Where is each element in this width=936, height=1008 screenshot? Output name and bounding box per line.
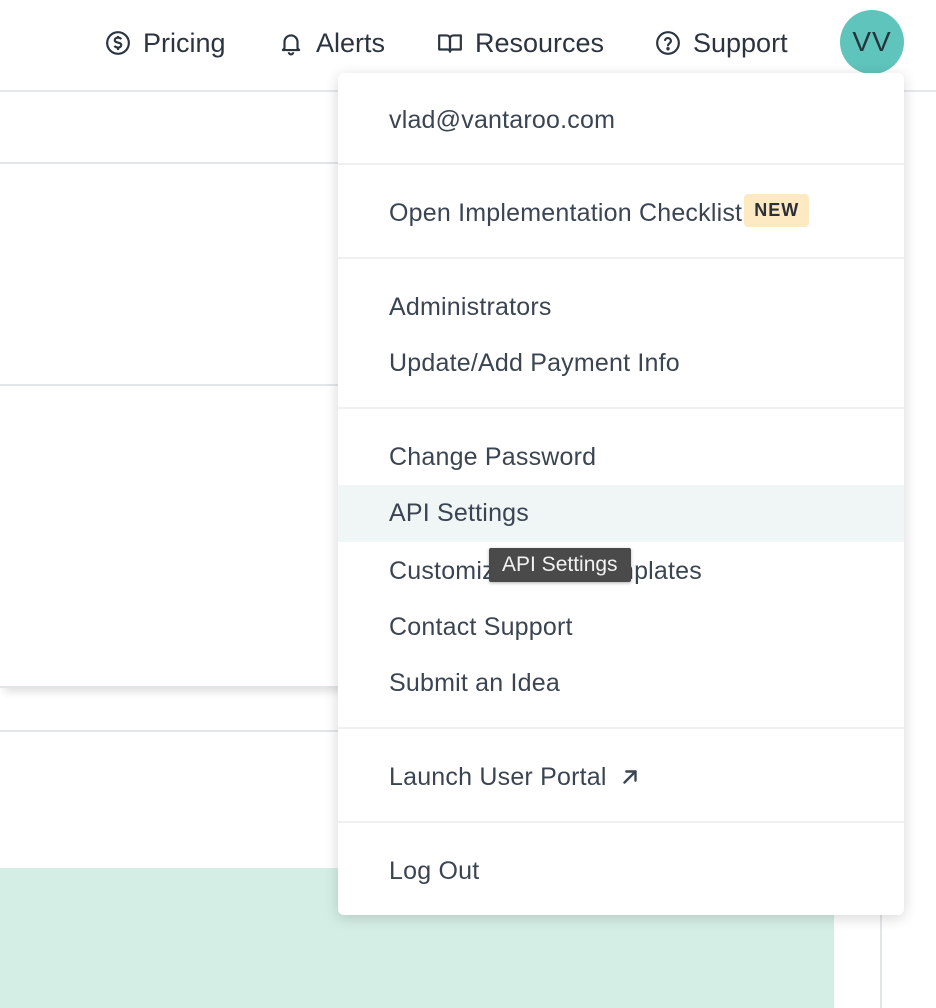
menu-item-submit-idea[interactable]: Submit an Idea (338, 655, 904, 711)
menu-item-api-settings[interactable]: API Settings (338, 485, 904, 542)
user-avatar[interactable]: VV (840, 10, 904, 74)
menu-item-contact-support[interactable]: Contact Support (338, 599, 904, 655)
nav-support-label: Support (693, 27, 788, 58)
new-badge: NEW (744, 193, 810, 227)
menu-item-log-out[interactable]: Log Out (338, 843, 904, 899)
menu-item-label: Launch User Portal (389, 762, 607, 791)
open-book-icon (438, 34, 462, 53)
nav-pricing[interactable]: Pricing (105, 23, 226, 63)
menu-divider (338, 727, 904, 729)
app-page: Pricing Alerts Resources Support VV vlad… (0, 0, 936, 1008)
content-border (880, 900, 882, 1008)
user-email: vlad@vantaroo.com (389, 105, 616, 134)
nav-alerts-label: Alerts (316, 27, 386, 58)
menu-item-administrators[interactable]: Administrators (338, 279, 904, 335)
nav-support[interactable]: Support (655, 23, 788, 63)
nav-resources-label: Resources (475, 27, 605, 58)
menu-divider (338, 821, 904, 823)
content-divider (0, 730, 340, 732)
nav-resources[interactable]: Resources (437, 23, 604, 63)
menu-item-change-password[interactable]: Change Password (338, 429, 904, 485)
question-circle-icon (656, 31, 680, 55)
nav-alerts[interactable]: Alerts (278, 23, 385, 63)
menu-item-implementation-checklist[interactable]: Open Implementation Checklist NEW (338, 185, 904, 241)
external-arrow-icon (622, 770, 637, 784)
menu-item-payment-info[interactable]: Update/Add Payment Info (338, 335, 904, 391)
nav-pricing-label: Pricing (143, 27, 226, 58)
dollar-circle-icon (106, 31, 130, 55)
menu-divider (338, 407, 904, 409)
user-menu-dropdown: vlad@vantaroo.com Open Implementation Ch… (338, 73, 904, 915)
menu-divider (338, 163, 904, 165)
menu-item-launch-user-portal[interactable]: Launch User Portal (338, 749, 904, 805)
bell-icon (281, 34, 301, 56)
tooltip: API Settings (489, 548, 631, 582)
menu-divider (338, 257, 904, 259)
content-card (0, 386, 350, 688)
menu-item-label: Open Implementation Checklist (389, 198, 743, 227)
content-divider (0, 162, 340, 164)
